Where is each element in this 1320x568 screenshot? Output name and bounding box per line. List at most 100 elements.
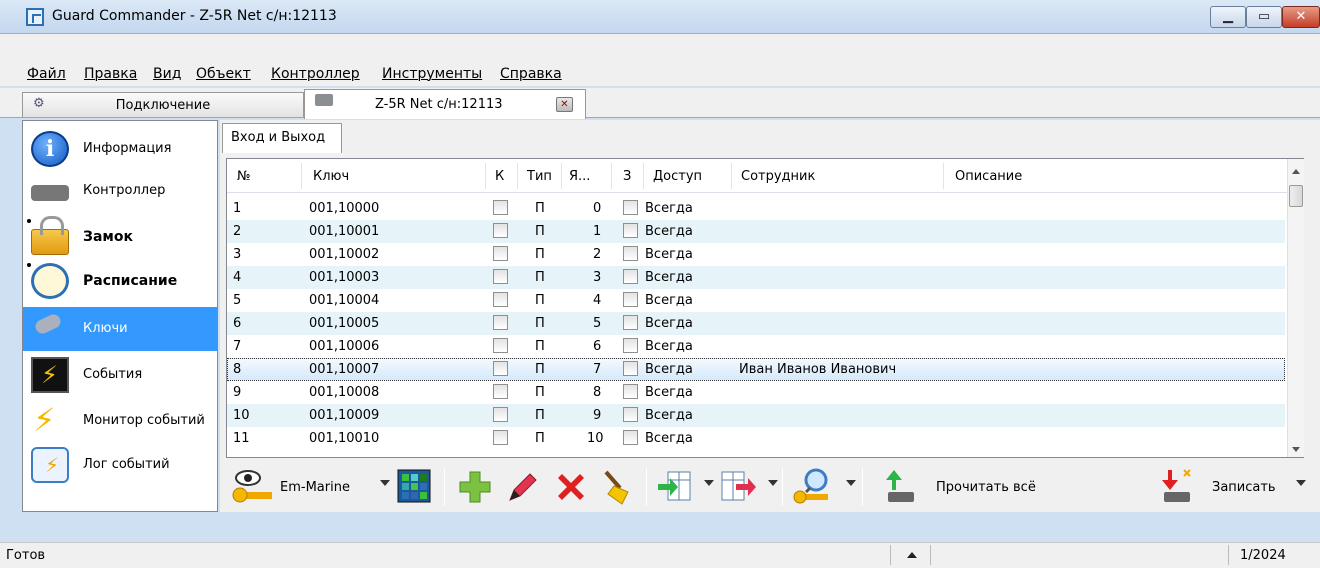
key-k-checkbox[interactable] (493, 246, 508, 261)
menu-view[interactable]: Вид (153, 66, 181, 82)
delete-key-button[interactable] (552, 468, 592, 506)
column-header-employee[interactable]: Сотрудник (741, 169, 815, 184)
import-dropdown-icon[interactable] (704, 480, 714, 486)
window-title: Guard Commander - Z-5R Net с/н:12113 (52, 8, 337, 24)
export-dropdown-icon[interactable] (768, 480, 778, 486)
sidebar-item-events[interactable]: События (23, 353, 217, 397)
menu-edit[interactable]: Правка (84, 66, 137, 82)
scroll-up-icon[interactable] (1292, 169, 1300, 174)
table-row[interactable]: 5 001,10004 П 4 Всегда (227, 289, 1285, 312)
key-k-checkbox[interactable] (493, 361, 508, 376)
read-all-button[interactable]: Прочитать всё (936, 480, 1036, 495)
scroll-thumb[interactable] (1289, 185, 1303, 207)
key-k-checkbox[interactable] (493, 338, 508, 353)
menu-tools[interactable]: Инструменты (382, 66, 482, 82)
lightning-icon (31, 401, 69, 439)
sidebar-item-keys[interactable]: Ключи (23, 307, 217, 351)
table-row[interactable]: 3 001,10002 П 2 Всегда (227, 243, 1285, 266)
key-z-checkbox[interactable] (623, 200, 638, 215)
key-k-checkbox[interactable] (493, 269, 508, 284)
table-row[interactable]: 2 001,10001 П 1 Всегда (227, 220, 1285, 243)
key-k-checkbox[interactable] (493, 384, 508, 399)
close-window-button[interactable]: ✕ (1282, 6, 1320, 28)
key-format-icon[interactable] (232, 468, 280, 506)
table-row[interactable]: 9 001,10008 П 8 Всегда (227, 381, 1285, 404)
scroll-down-icon[interactable] (1292, 447, 1300, 452)
sidebar-item-label: Расписание (83, 273, 178, 289)
key-k-checkbox[interactable] (493, 292, 508, 307)
key-k-checkbox[interactable] (493, 200, 508, 215)
tab-connection-label: Подключение (115, 98, 211, 113)
key-k-checkbox[interactable] (493, 430, 508, 445)
add-key-button[interactable] (456, 468, 496, 506)
table-row[interactable]: 6 001,10005 П 5 Всегда (227, 312, 1285, 335)
sidebar-item-label: Ключи (83, 321, 128, 336)
key-z-checkbox[interactable] (623, 407, 638, 422)
column-header-key[interactable]: Ключ (313, 169, 349, 184)
key-format-dropdown-icon[interactable] (380, 480, 390, 486)
record-counter: 1/2024 (1240, 548, 1286, 563)
tab-device-label: Z-5R Net с/н:12113 (375, 97, 503, 112)
table-row[interactable]: 7 001,10006 П 6 Всегда (227, 335, 1285, 358)
key-k-checkbox[interactable] (493, 407, 508, 422)
maximize-button[interactable]: ▭ (1246, 6, 1282, 28)
sidebar-item-event-monitor[interactable]: Монитор событий (23, 399, 217, 443)
key-z-checkbox[interactable] (623, 315, 638, 330)
key-z-checkbox[interactable] (623, 430, 638, 445)
key-z-checkbox[interactable] (623, 269, 638, 284)
key-z-checkbox[interactable] (623, 361, 638, 376)
tab-entry-exit[interactable]: Вход и Выход (222, 123, 342, 153)
tab-device[interactable]: Z-5R Net с/н:12113 ✕ (304, 89, 586, 119)
table-row[interactable]: 11 001,10010 П 10 Всегда (227, 427, 1285, 450)
sidebar-item-label: Лог событий (83, 457, 170, 472)
table-row[interactable]: 1 001,10000 П 0 Всегда (227, 197, 1285, 220)
menu-file[interactable]: Файл (27, 66, 66, 82)
tab-close-button[interactable]: ✕ (556, 97, 573, 112)
maximize-icon: ▭ (1257, 9, 1271, 24)
minimize-button[interactable]: ▁ (1210, 6, 1246, 28)
column-header-number[interactable]: № (237, 169, 251, 184)
grid-view-icon[interactable] (396, 468, 436, 506)
tab-connection[interactable]: ⚙ Подключение (22, 92, 304, 117)
write-dropdown-icon[interactable] (1296, 480, 1306, 486)
write-button[interactable]: Записать (1212, 480, 1276, 495)
key-format-label: Em-Marine (280, 480, 350, 495)
sidebar-item-label: События (83, 367, 143, 382)
column-header-k[interactable]: К (495, 169, 504, 184)
sidebar-item-lock[interactable]: Замок (23, 215, 217, 259)
column-header-z[interactable]: З (623, 169, 631, 184)
key-k-checkbox[interactable] (493, 223, 508, 238)
sidebar-item-schedule[interactable]: Расписание (23, 259, 217, 303)
table-row-selected[interactable]: 8 001,10007 П 7 Всегда Иван Иванов Ивано… (227, 358, 1285, 381)
sidebar-item-controller[interactable]: Контроллер (23, 171, 217, 215)
column-header-type[interactable]: Тип (527, 169, 552, 184)
menu-help[interactable]: Справка (500, 66, 562, 82)
table-row[interactable]: 4 001,10003 П 3 Всегда (227, 266, 1285, 289)
table-scrollbar[interactable] (1287, 159, 1304, 457)
export-icon[interactable] (720, 468, 760, 506)
find-key-dropdown-icon[interactable] (846, 480, 856, 486)
menu-object[interactable]: Объект (196, 66, 251, 82)
menu-controller[interactable]: Контроллер (271, 66, 360, 82)
tab-entry-exit-label: Вход и Выход (231, 130, 326, 145)
column-header-access[interactable]: Доступ (653, 169, 702, 184)
status-up-arrow-icon[interactable] (907, 552, 917, 558)
key-z-checkbox[interactable] (623, 292, 638, 307)
sidebar-item-info[interactable]: i Информация (23, 127, 217, 171)
column-header-description[interactable]: Описание (955, 169, 1022, 184)
clear-keys-button[interactable] (598, 468, 638, 506)
key-z-checkbox[interactable] (623, 384, 638, 399)
sidebar-item-event-log[interactable]: Лог событий (23, 443, 217, 487)
key-z-checkbox[interactable] (623, 338, 638, 353)
import-icon[interactable] (656, 468, 696, 506)
column-header-cell[interactable]: Я... (569, 169, 590, 184)
edit-key-button[interactable] (504, 468, 544, 506)
find-key-icon[interactable] (792, 468, 836, 506)
chip-icon (31, 185, 69, 201)
table-row[interactable]: 10 001,10009 П 9 Всегда (227, 404, 1285, 427)
key-k-checkbox[interactable] (493, 315, 508, 330)
key-z-checkbox[interactable] (623, 246, 638, 261)
key-z-checkbox[interactable] (623, 223, 638, 238)
sidebar-item-label: Замок (83, 229, 133, 245)
log-icon (31, 447, 69, 483)
